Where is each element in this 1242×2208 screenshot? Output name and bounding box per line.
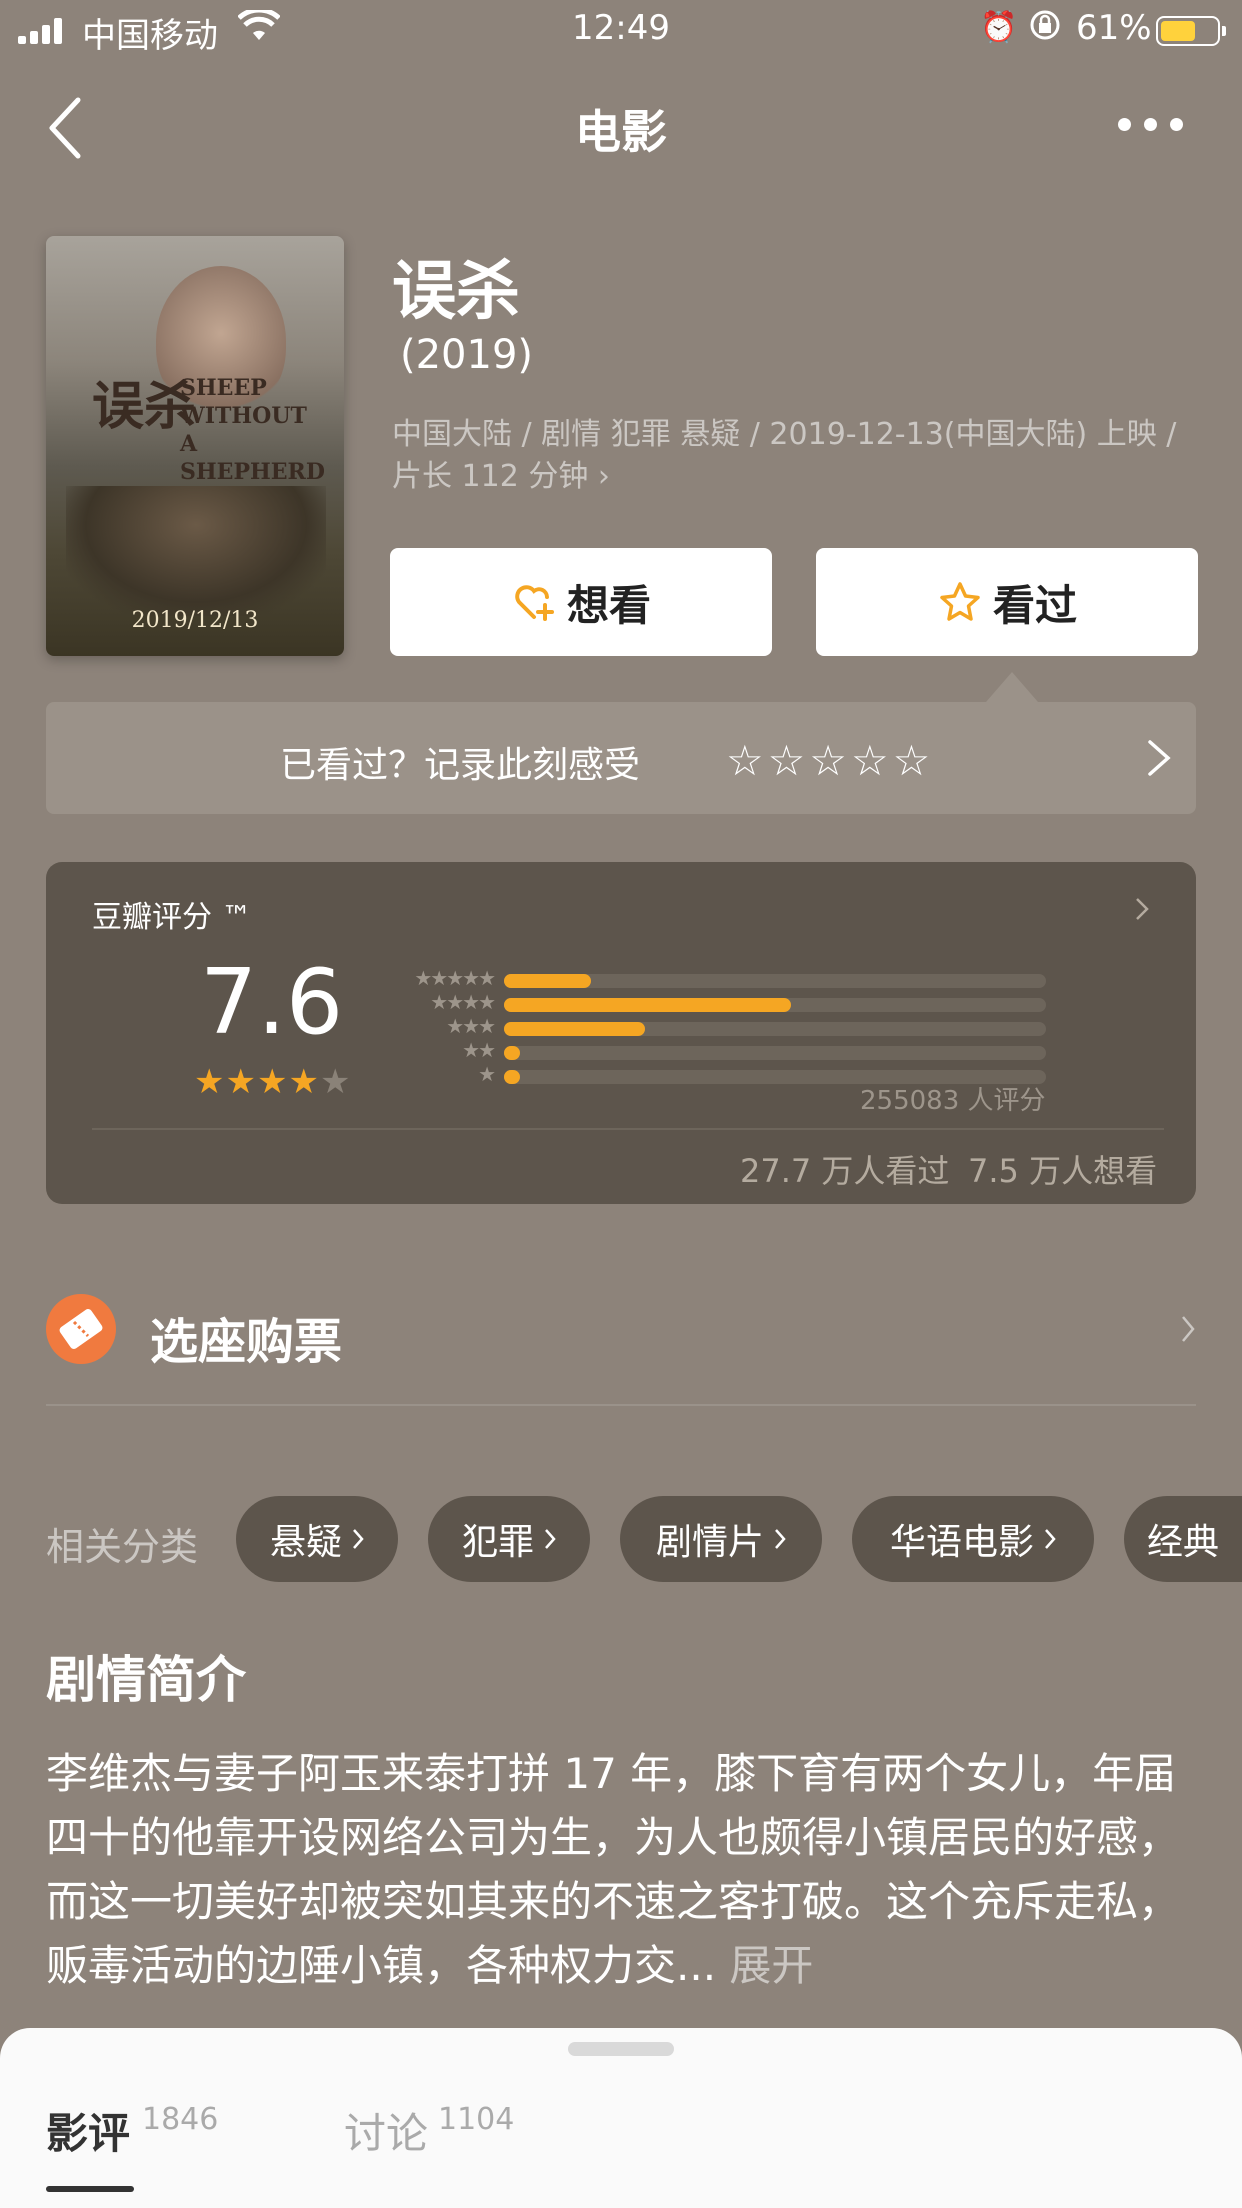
want-to-watch-button[interactable]: 想看 (390, 548, 772, 656)
want-label: 想看 (566, 580, 651, 630)
tag-chip[interactable]: 经典 (1124, 1496, 1242, 1582)
tab-discussion-count: 1104 (438, 2102, 515, 2137)
drag-handle[interactable] (568, 2042, 674, 2056)
rating-count: 255083 人评分 (860, 1086, 1046, 1116)
heart-plus-icon (515, 585, 554, 621)
star-icon: ★ (288, 1062, 320, 1102)
tags-label: 相关分类 (46, 1525, 199, 1569)
seen-label: 看过 (992, 580, 1077, 630)
movie-year: (2019) (400, 332, 534, 378)
seen-button[interactable]: 看过 (816, 548, 1198, 656)
distribution-stars: ★★★★★ (414, 966, 496, 990)
movie-meta[interactable]: 中国大陆 / 剧情 犯罪 悬疑 / 2019-12-13(中国大陆) 上映 / … (392, 414, 1202, 498)
record-prompt: 已看过？记录此刻感受 (280, 745, 641, 786)
rating-distribution-row: ★★ (384, 1038, 1046, 1062)
tag-chip[interactable]: 悬疑 (236, 1496, 398, 1582)
empty-stars-icon[interactable]: ☆☆☆☆☆ (726, 736, 934, 785)
tag-chip[interactable]: 华语电影 (852, 1496, 1094, 1582)
movie-poster[interactable]: 误杀 SHEEP WITHOUT A SHEPHERD 2019/12/13 (46, 236, 344, 656)
rating-score: 7.6 (200, 950, 344, 1055)
active-tab-indicator (46, 2186, 134, 2192)
tag-chip[interactable]: 犯罪 (428, 1496, 590, 1582)
tab-reviews[interactable]: 影评 (46, 2100, 130, 2161)
distribution-stars: ★ (478, 1062, 496, 1086)
distribution-bar (504, 1046, 521, 1060)
seen-count: 27.7 万人看过 (740, 1152, 950, 1190)
distribution-track (504, 998, 1046, 1012)
distribution-stars: ★★★ (446, 1014, 496, 1038)
distribution-stars: ★★★★ (430, 990, 496, 1014)
chevron-right-icon[interactable] (1180, 1314, 1196, 1344)
distribution-bar (504, 1070, 521, 1084)
rating-distribution-row: ★★★★★ (384, 966, 1046, 990)
synopsis-text: 李维杰与妻子阿玉来泰打拼 17 年，膝下育有两个女儿，年届四十的他靠开设网络公司… (46, 1749, 1181, 1990)
distribution-bar (504, 998, 792, 1012)
tag-chip[interactable]: 剧情片 (620, 1496, 822, 1582)
synopsis-title: 剧情简介 (46, 1651, 246, 1709)
more-icon[interactable] (1118, 114, 1184, 134)
distribution-track (504, 1022, 1046, 1036)
chevron-right-icon[interactable] (1146, 738, 1172, 778)
tab-reviews-count: 1846 (142, 2102, 219, 2137)
want-count: 7.5 万人想看 (968, 1152, 1158, 1190)
poster-en-title: SHEEP WITHOUT A SHEPHERD (180, 375, 325, 485)
distribution-bar (504, 974, 591, 988)
distribution-bar (504, 1022, 645, 1036)
distribution-track (504, 1046, 1046, 1060)
star-icon (940, 582, 980, 621)
status-bar: 中国移动 12:49 ⏰ 61% (0, 0, 1242, 60)
page-title: 电影 (575, 105, 667, 159)
ticket-icon[interactable] (46, 1294, 116, 1364)
battery-percent: 61% (1076, 8, 1152, 48)
alarm-icon: ⏰ (980, 10, 1018, 45)
tab-discussion[interactable]: 讨论 (344, 2100, 428, 2161)
star-icon: ★ (256, 1062, 289, 1102)
star-icon: ★ (319, 1062, 352, 1102)
distribution-stars: ★★ (462, 1038, 496, 1062)
battery-icon (1156, 16, 1220, 46)
chevron-right-icon[interactable] (1134, 896, 1150, 922)
rating-label: 豆瓣评分 ™ (92, 900, 252, 935)
rating-distribution-row: ★★★ (384, 1014, 1046, 1038)
buy-ticket-label[interactable]: 选座购票 (150, 1302, 342, 1372)
poster-date: 2019/12/13 (131, 608, 259, 633)
rating-distribution-row: ★★★★ (384, 990, 1046, 1014)
rating-stars-icon: ★★★★★ (194, 1062, 351, 1102)
star-icon: ★ (225, 1062, 257, 1102)
star-icon: ★ (194, 1062, 226, 1102)
expand-link[interactable]: 展开 (729, 1941, 813, 1990)
distribution-track (504, 974, 1046, 988)
movie-title: 误杀 (392, 255, 520, 329)
rotation-lock-icon (1028, 8, 1062, 50)
